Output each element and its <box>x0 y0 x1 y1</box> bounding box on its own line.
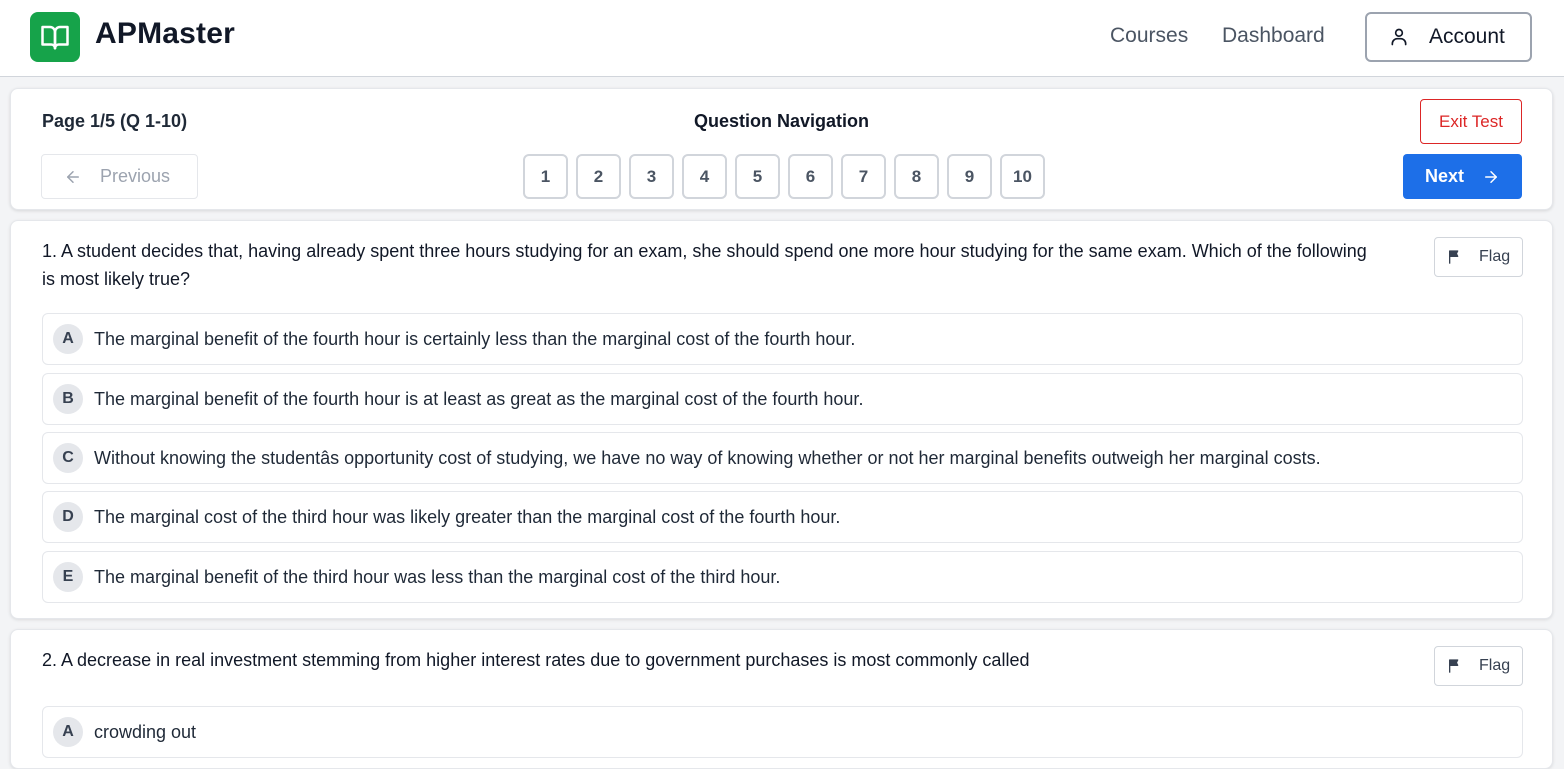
option-letter: A <box>53 717 83 747</box>
question-number-button[interactable]: 6 <box>788 154 833 199</box>
option-letter: C <box>53 443 83 473</box>
option-text: The marginal benefit of the fourth hour … <box>94 328 856 349</box>
option-letter: E <box>53 562 83 592</box>
flag-label: Flag <box>1479 248 1511 265</box>
flag-icon <box>1449 659 1459 673</box>
answer-option-c[interactable]: C Without knowing the studentâs opportun… <box>42 432 1523 484</box>
flag-label: Flag <box>1479 657 1511 674</box>
question-number-button[interactable]: 10 <box>1000 154 1045 199</box>
next-label: Next <box>1424 166 1464 186</box>
answer-option-e[interactable]: E The marginal benefit of the third hour… <box>42 551 1523 603</box>
flag-button[interactable]: Flag <box>1434 237 1523 277</box>
answer-option-a[interactable]: A The marginal benefit of the fourth hou… <box>42 313 1523 365</box>
answer-option-d[interactable]: D The marginal cost of the third hour wa… <box>42 491 1523 543</box>
user-icon <box>1391 28 1407 46</box>
option-text: Without knowing the studentâs opportunit… <box>94 447 1321 468</box>
option-text: The marginal cost of the third hour was … <box>94 506 841 527</box>
nav-dashboard-link[interactable]: Dashboard <box>1222 24 1325 48</box>
question-navigation-panel: Page 1/5 (Q 1-10) Question Navigation Ex… <box>10 88 1553 210</box>
account-button[interactable]: Account <box>1365 12 1532 62</box>
arrow-left-icon <box>67 170 79 183</box>
question-number-button[interactable]: 9 <box>947 154 992 199</box>
account-label: Account <box>1429 25 1505 48</box>
arrow-right-icon <box>1485 170 1497 183</box>
question-number-button[interactable]: 8 <box>894 154 939 199</box>
answer-option-b[interactable]: B The marginal benefit of the fourth hou… <box>42 373 1523 425</box>
question-number-button[interactable]: 5 <box>735 154 780 199</box>
option-text: The marginal benefit of the fourth hour … <box>94 388 864 409</box>
question-card: 2. A decrease in real investment stemmin… <box>10 629 1553 769</box>
question-text: 1. A student decides that, having alread… <box>42 241 1367 289</box>
option-letter: B <box>53 384 83 414</box>
question-navigation-title: Question Navigation <box>693 111 870 131</box>
option-text: The marginal benefit of the third hour w… <box>94 566 781 587</box>
option-letter: A <box>53 324 83 354</box>
flag-button[interactable]: Flag <box>1434 646 1523 686</box>
question-number-button[interactable]: 2 <box>576 154 621 199</box>
logo[interactable] <box>30 12 80 62</box>
question-text: 2. A decrease in real investment stemmin… <box>42 650 1030 670</box>
exit-test-button[interactable]: Exit Test <box>1420 99 1522 144</box>
nav-courses-link[interactable]: Courses <box>1110 24 1188 48</box>
previous-label: Previous <box>100 166 171 186</box>
question-number-button[interactable]: 7 <box>841 154 886 199</box>
question-number-button[interactable]: 3 <box>629 154 674 199</box>
question-number-button[interactable]: 1 <box>523 154 568 199</box>
next-button[interactable]: Next <box>1403 154 1522 199</box>
previous-button[interactable]: Previous <box>41 154 198 199</box>
option-letter: D <box>53 502 83 532</box>
top-navbar: APMaster Courses Dashboard Account <box>0 0 1564 77</box>
flag-icon <box>1449 250 1459 264</box>
book-icon <box>41 25 69 50</box>
question-card: 1. A student decides that, having alread… <box>10 220 1553 619</box>
question-number-list: 1 2 3 4 5 6 7 8 9 10 <box>523 154 1045 199</box>
question-number-button[interactable]: 4 <box>682 154 727 199</box>
option-text: crowding out <box>94 721 197 742</box>
brand-name[interactable]: APMaster <box>95 17 235 51</box>
answer-option-a[interactable]: A crowding out <box>42 706 1523 758</box>
